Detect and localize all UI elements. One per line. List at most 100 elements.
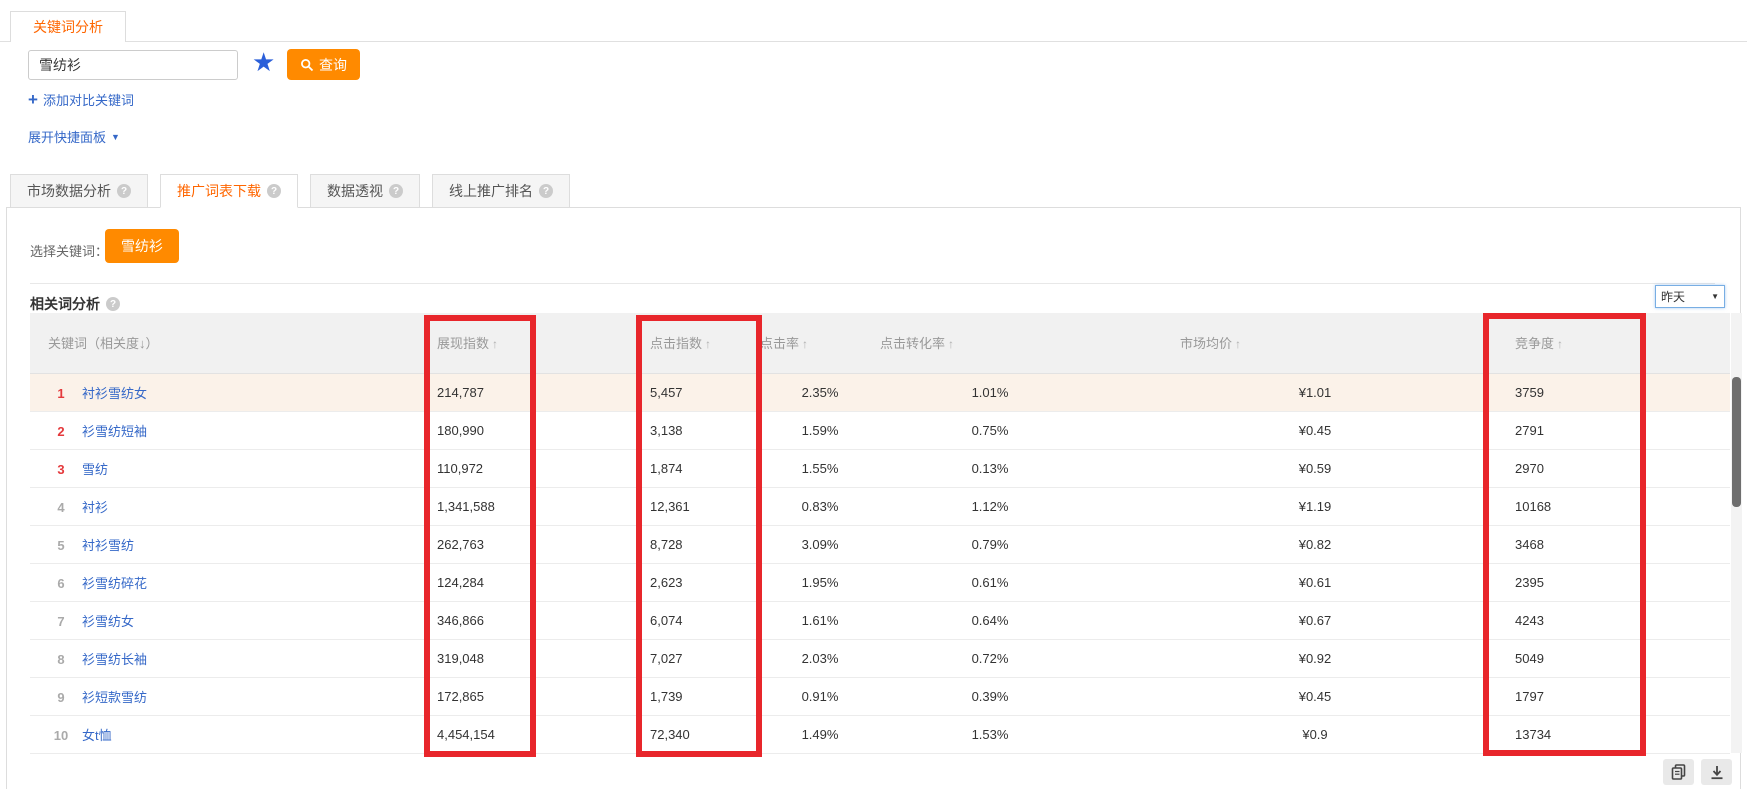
cell-avg-price: ¥1.01 bbox=[1100, 373, 1450, 411]
cell-competition: 5049 bbox=[1450, 639, 1730, 677]
rank-number: 10 bbox=[48, 728, 74, 743]
keyword-link[interactable]: 衬衫雪纺 bbox=[82, 538, 134, 553]
help-icon[interactable]: ? bbox=[106, 297, 120, 311]
tab-market-data-analysis[interactable]: 市场数据分析 ? bbox=[10, 174, 148, 208]
cell-click-index: 5,457 bbox=[620, 373, 760, 411]
cell-click-index: 2,623 bbox=[620, 563, 760, 601]
tab-online-promo-ranking[interactable]: 线上推广排名 ? bbox=[432, 174, 570, 208]
cell-competition: 3759 bbox=[1450, 373, 1730, 411]
related-words-table: 关键词（相关度↓） 展现指数↑ 点击指数↑ 点击率↑ 点击转化率↑ 市场均价↑ … bbox=[30, 313, 1730, 754]
cell-ctr: 1.49% bbox=[760, 715, 880, 753]
table-row: 2衫雪纺短袖180,9903,1381.59%0.75%¥0.452791 bbox=[30, 411, 1730, 449]
keyword-link[interactable]: 衫雪纺长袖 bbox=[82, 652, 147, 667]
col-cvr[interactable]: 点击转化率↑ bbox=[880, 313, 1100, 373]
search-icon bbox=[300, 58, 314, 72]
sort-up-icon: ↑ bbox=[705, 337, 711, 351]
col-impression-index[interactable]: 展现指数↑ bbox=[415, 313, 620, 373]
help-icon[interactable]: ? bbox=[267, 184, 281, 198]
col-label: 点击指数 bbox=[650, 336, 702, 351]
cell-competition: 3468 bbox=[1450, 525, 1730, 563]
keyword-link[interactable]: 衫雪纺短袖 bbox=[82, 424, 147, 439]
cell-click-index: 8,728 bbox=[620, 525, 760, 563]
section-title-text: 相关词分析 bbox=[30, 294, 100, 314]
keyword-link[interactable]: 衬衫雪纺女 bbox=[82, 386, 147, 401]
tab-label: 数据透视 bbox=[327, 175, 383, 208]
keyword-link[interactable]: 衫短款雪纺 bbox=[82, 690, 147, 705]
related-words-section-title: 相关词分析 ? bbox=[30, 294, 120, 314]
cell-cvr: 0.75% bbox=[880, 411, 1100, 449]
rank-number: 4 bbox=[48, 500, 74, 515]
cell-impression-index: 319,048 bbox=[415, 639, 620, 677]
date-range-select[interactable]: 昨天 ▼ bbox=[1655, 285, 1725, 308]
cell-competition: 2395 bbox=[1450, 563, 1730, 601]
col-ctr[interactable]: 点击率↑ bbox=[760, 313, 880, 373]
selected-keyword-chip[interactable]: 雪纺衫 bbox=[105, 229, 179, 263]
col-competition[interactable]: 竞争度↑ bbox=[1450, 313, 1730, 373]
plus-icon: + bbox=[28, 93, 38, 107]
help-icon[interactable]: ? bbox=[389, 184, 403, 198]
sort-up-icon: ↑ bbox=[492, 337, 498, 351]
cell-cvr: 0.64% bbox=[880, 601, 1100, 639]
col-avg-price[interactable]: 市场均价↑ bbox=[1100, 313, 1450, 373]
cell-impression-index: 4,454,154 bbox=[415, 715, 620, 753]
cell-impression-index: 110,972 bbox=[415, 449, 620, 487]
expand-panel-label: 展开快捷面板 bbox=[28, 127, 106, 146]
download-button[interactable] bbox=[1701, 759, 1732, 785]
keyword-link[interactable]: 雪纺 bbox=[82, 462, 108, 477]
cell-ctr: 0.91% bbox=[760, 677, 880, 715]
cell-cvr: 0.61% bbox=[880, 563, 1100, 601]
panel-divider bbox=[30, 283, 1715, 284]
cell-click-index: 6,074 bbox=[620, 601, 760, 639]
table-row: 10女t恤4,454,15472,3401.49%1.53%¥0.913734 bbox=[30, 715, 1730, 753]
cell-avg-price: ¥0.9 bbox=[1100, 715, 1450, 753]
help-icon[interactable]: ? bbox=[117, 184, 131, 198]
cell-click-index: 1,874 bbox=[620, 449, 760, 487]
keyword-link[interactable]: 衫雪纺碎花 bbox=[82, 576, 147, 591]
cell-impression-index: 180,990 bbox=[415, 411, 620, 449]
keyword-link[interactable]: 衬衫 bbox=[82, 500, 108, 515]
table-row: 9衫短款雪纺172,8651,7390.91%0.39%¥0.451797 bbox=[30, 677, 1730, 715]
rank-number: 1 bbox=[48, 386, 74, 401]
tab-data-pivot[interactable]: 数据透视 ? bbox=[310, 174, 420, 208]
keyword-link[interactable]: 女t恤 bbox=[82, 728, 112, 743]
cell-impression-index: 124,284 bbox=[415, 563, 620, 601]
analysis-tab-bar: 市场数据分析 ? 推广词表下载 ? 数据透视 ? 线上推广排名 ? bbox=[10, 174, 582, 208]
rank-number: 6 bbox=[48, 576, 74, 591]
tab-promo-wordlist-download[interactable]: 推广词表下载 ? bbox=[160, 174, 298, 208]
cell-ctr: 2.03% bbox=[760, 639, 880, 677]
related-words-table-body: 1衬衫雪纺女214,7875,4572.35%1.01%¥1.0137592衫雪… bbox=[30, 373, 1730, 753]
cell-ctr: 1.95% bbox=[760, 563, 880, 601]
table-row: 3雪纺110,9721,8741.55%0.13%¥0.592970 bbox=[30, 449, 1730, 487]
col-click-index[interactable]: 点击指数↑ bbox=[620, 313, 760, 373]
add-compare-keyword-link[interactable]: + 添加对比关键词 bbox=[28, 90, 134, 109]
col-label: 点击率 bbox=[760, 336, 799, 351]
help-icon[interactable]: ? bbox=[539, 184, 553, 198]
rank-number: 8 bbox=[48, 652, 74, 667]
table-scrollbar-thumb[interactable] bbox=[1732, 377, 1741, 507]
col-label: 展现指数 bbox=[437, 336, 489, 351]
sort-up-icon: ↑ bbox=[1235, 337, 1241, 351]
keyword-link[interactable]: 衫雪纺女 bbox=[82, 614, 134, 629]
cell-ctr: 1.61% bbox=[760, 601, 880, 639]
cell-avg-price: ¥0.59 bbox=[1100, 449, 1450, 487]
expand-quick-panel-link[interactable]: 展开快捷面板 ▼ bbox=[28, 127, 120, 146]
cell-ctr: 3.09% bbox=[760, 525, 880, 563]
table-row: 1衬衫雪纺女214,7875,4572.35%1.01%¥1.013759 bbox=[30, 373, 1730, 411]
cell-ctr: 1.55% bbox=[760, 449, 880, 487]
favorite-star-icon[interactable]: ★ bbox=[252, 46, 275, 78]
col-keyword[interactable]: 关键词（相关度↓） bbox=[30, 313, 415, 373]
cell-ctr: 0.83% bbox=[760, 487, 880, 525]
cell-click-index: 12,361 bbox=[620, 487, 760, 525]
query-button[interactable]: 查询 bbox=[287, 49, 360, 80]
cell-competition: 1797 bbox=[1450, 677, 1730, 715]
cell-avg-price: ¥0.45 bbox=[1100, 411, 1450, 449]
copy-button[interactable] bbox=[1663, 759, 1694, 785]
table-header-row: 关键词（相关度↓） 展现指数↑ 点击指数↑ 点击率↑ 点击转化率↑ 市场均价↑ … bbox=[30, 313, 1730, 373]
cell-ctr: 2.35% bbox=[760, 373, 880, 411]
cell-avg-price: ¥0.92 bbox=[1100, 639, 1450, 677]
cell-competition: 2791 bbox=[1450, 411, 1730, 449]
query-button-label: 查询 bbox=[319, 55, 347, 75]
rank-number: 2 bbox=[48, 424, 74, 439]
keyword-search-input[interactable] bbox=[28, 50, 238, 80]
tab-keyword-analysis[interactable]: 关键词分析 bbox=[10, 11, 126, 42]
